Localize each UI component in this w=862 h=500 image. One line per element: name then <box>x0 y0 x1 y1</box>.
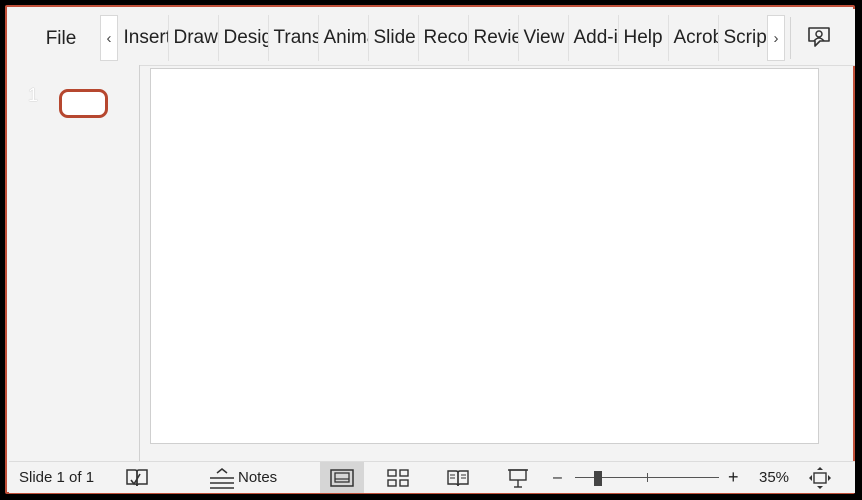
tab-draw[interactable]: Draw <box>169 15 219 61</box>
tab-review[interactable]: Review <box>469 15 519 61</box>
tab-label: Animations <box>323 27 368 48</box>
slide-thumbnail-pane: 1 <box>9 65 140 461</box>
tab-label: Script Lab <box>723 27 768 48</box>
zoom-level[interactable]: 35% <box>759 462 789 493</box>
zoom-slider-thumb[interactable] <box>594 471 602 486</box>
reading-view-icon <box>447 469 469 486</box>
tab-label: Acrobat <box>673 27 718 48</box>
zoom-out-button[interactable]: – <box>553 462 562 493</box>
reading-view-button[interactable] <box>441 462 475 493</box>
slide-thumbnail[interactable] <box>59 89 108 118</box>
normal-view-button[interactable] <box>320 462 364 493</box>
slide-sorter-icon <box>387 468 409 487</box>
tab-animations[interactable]: Animations <box>319 15 369 61</box>
tab-insert[interactable]: Insert <box>119 15 169 61</box>
tab-label: Record <box>423 27 468 48</box>
tab-label: Add-ins <box>573 27 618 48</box>
tab-label: View <box>523 27 565 48</box>
tab-label: Design <box>223 27 268 48</box>
book-check-icon <box>126 468 148 486</box>
slide-indicator[interactable]: Slide 1 of 1 <box>19 462 94 493</box>
fit-to-window-button[interactable] <box>807 462 833 493</box>
tab-transitions[interactable]: Transitions <box>269 15 319 61</box>
tab-design[interactable]: Design <box>219 15 269 61</box>
tab-label: Slide Show <box>373 27 418 48</box>
tab-slide-show[interactable]: Slide Show <box>369 15 419 61</box>
presentation-icon <box>508 468 528 488</box>
tab-view[interactable]: View <box>519 15 569 61</box>
tab-script-lab[interactable]: Script Lab <box>719 15 768 61</box>
ribbon-tab-bar: File ‹ Insert Draw Design Transitions An… <box>9 9 855 66</box>
tab-file[interactable]: File <box>31 19 91 59</box>
notes-button[interactable]: Notes <box>209 462 277 493</box>
tab-label: Help <box>623 27 663 48</box>
slide-number: 1 <box>28 85 39 105</box>
tab-acrobat[interactable]: Acrobat <box>669 15 719 61</box>
ribbon-tabs: Insert Draw Design Transitions Animation… <box>119 15 767 61</box>
tab-add-ins[interactable]: Add-ins <box>569 15 619 61</box>
tab-label: Review <box>473 27 518 48</box>
accessibility-button[interactable] <box>123 462 151 493</box>
notes-icon <box>210 467 234 489</box>
zoom-slider-center-tick <box>647 473 648 482</box>
ribbon-scroll-right-button[interactable]: › <box>767 15 785 61</box>
slide-sorter-button[interactable] <box>381 462 415 493</box>
normal-view-icon <box>330 468 354 487</box>
tab-record[interactable]: Record <box>419 15 469 61</box>
tab-label: Transitions <box>273 27 318 48</box>
comments-person-icon <box>808 27 830 47</box>
status-bar: Slide 1 of 1 Notes – + 35% <box>9 461 855 493</box>
tab-help[interactable]: Help <box>619 15 669 61</box>
tab-label: Insert <box>123 27 168 48</box>
ribbon-divider <box>790 17 791 59</box>
ribbon-scroll-left-button[interactable]: ‹ <box>100 15 118 61</box>
notes-label: Notes <box>238 469 278 486</box>
comments-button[interactable] <box>799 19 839 59</box>
tab-label: Draw <box>173 27 218 48</box>
slide-show-button[interactable] <box>501 462 535 493</box>
powerpoint-frame: File ‹ Insert Draw Design Transitions An… <box>5 5 855 494</box>
app-window: File ‹ Insert Draw Design Transitions An… <box>0 0 862 500</box>
slide-canvas[interactable] <box>150 68 819 444</box>
zoom-in-button[interactable]: + <box>728 462 739 493</box>
fit-slide-icon <box>809 466 831 489</box>
